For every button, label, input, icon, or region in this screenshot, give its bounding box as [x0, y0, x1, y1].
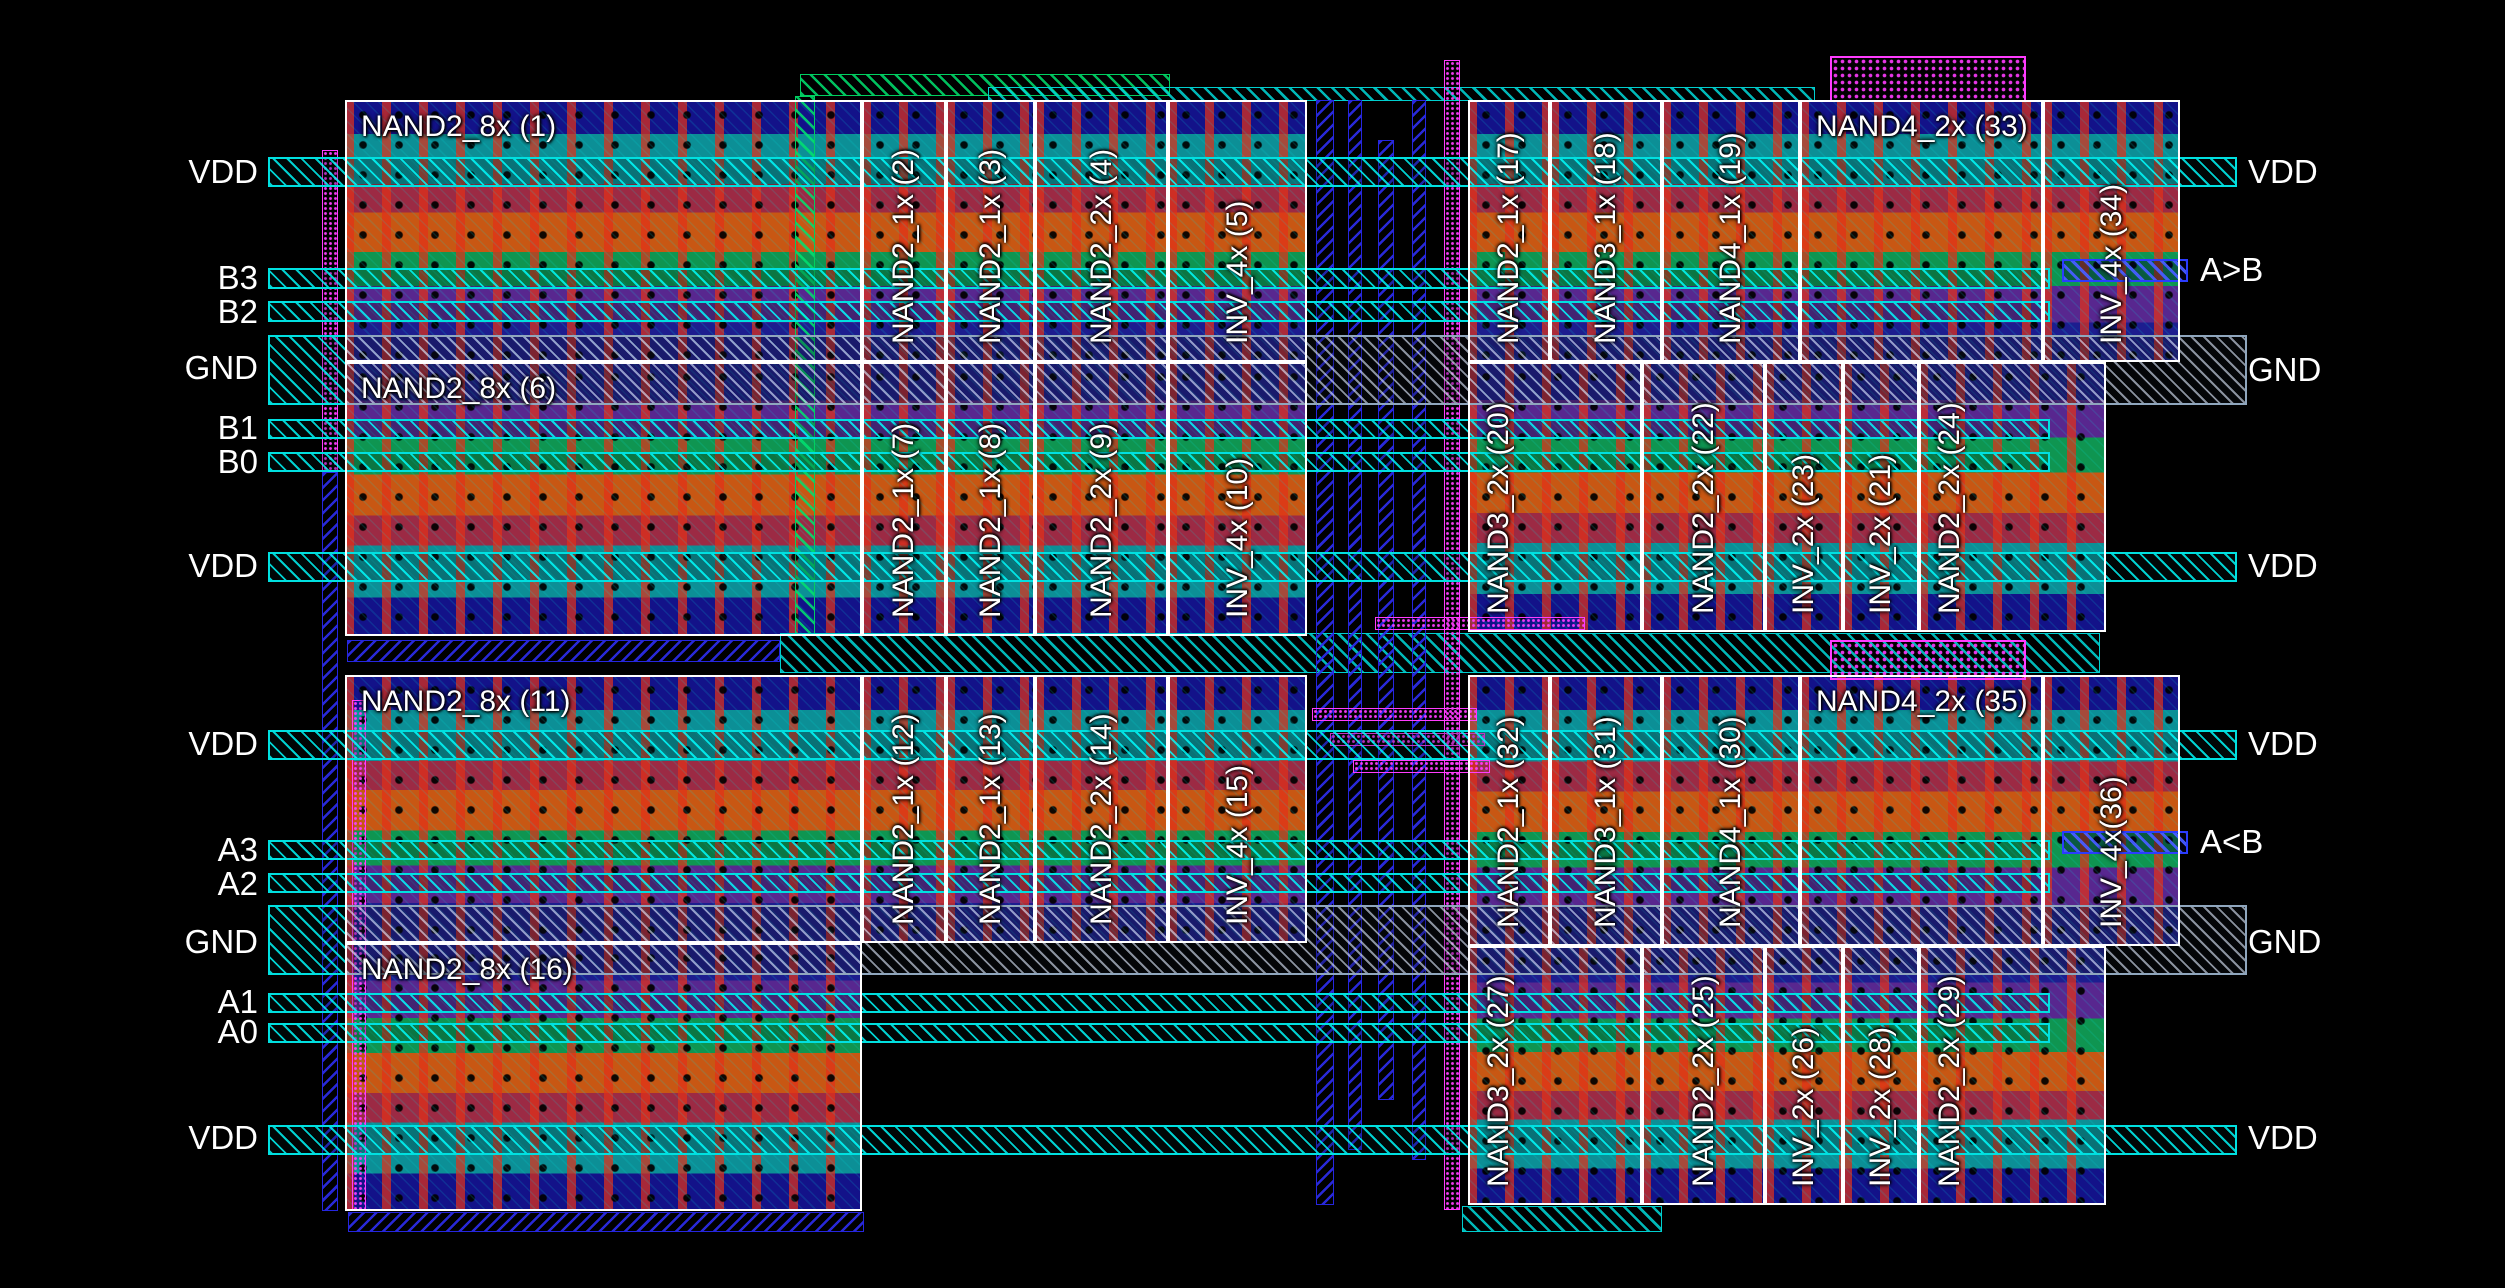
cell-label-nand2-2x-14: NAND2_2x (14)	[1085, 713, 1119, 925]
cell-label-inv-2x-21: INV_2x (21)	[1864, 454, 1898, 614]
cell-label-inv-4x-5: INV_4x (5)	[1221, 201, 1255, 344]
pin-label-right-2-gnd: GND	[2248, 351, 2321, 389]
rail-b2-2[interactable]	[268, 301, 2050, 322]
cell-label-nand2-2x-22: NAND2_2x (22)	[1687, 402, 1721, 614]
pin-label-right-7-vdd: VDD	[2248, 1119, 2318, 1157]
pin-label-left-5-b0: B0	[0, 443, 258, 481]
cell-label-nand4-2x-33: NAND4_2x (33)	[1816, 110, 2028, 144]
cell-label-nand2-1x-17: NAND2_1x (17)	[1492, 132, 1526, 344]
magenta-wire-14[interactable]	[1312, 708, 1477, 721]
pin-label-left-7-vdd: VDD	[0, 725, 258, 763]
cell-label-inv-4x-10: INV_4x (10)	[1221, 458, 1255, 618]
pin-label-right-5-a-b: A<B	[2200, 823, 2263, 861]
pin-label-left-1-b3: B3	[0, 259, 258, 297]
pin-label-right-3-vdd: VDD	[2248, 547, 2318, 585]
cell-label-nand2-1x-2: NAND2_1x (2)	[887, 149, 921, 344]
cell-label-nand2-2x-24: NAND2_2x (24)	[1933, 402, 1967, 614]
cell-label-inv-4x-34: INV_4x (34)	[2095, 184, 2129, 344]
cell-label-nand2-1x-7: NAND2_1x (7)	[887, 423, 921, 618]
layout-viewer: NAND2_8x (1) NAND2_1x (2) NAND2_1x (3) NAND…	[0, 0, 2505, 1288]
pin-label-left-10-gnd: GND	[0, 923, 258, 961]
rail-vdd-0[interactable]	[268, 157, 2237, 187]
rail-b1-5[interactable]	[268, 419, 2050, 439]
layout-canvas[interactable]: NAND2_8x (1) NAND2_1x (2) NAND2_1x (3) NAND…	[0, 0, 2505, 1288]
pin-label-left-8-a3: A3	[0, 831, 258, 869]
cell-label-nand4-1x-30: NAND4_1x (30)	[1714, 716, 1748, 928]
cell-label-inv-4x-15: INV_4x (15)	[1221, 765, 1255, 925]
rail-b3-1[interactable]	[268, 268, 2050, 289]
cell-label-nand2-2x-4: NAND2_2x (4)	[1085, 149, 1119, 344]
cell-label-nand2-1x-12: NAND2_1x (12)	[887, 713, 921, 925]
magenta-wire-18[interactable]	[1830, 640, 2026, 680]
pin-label-left-6-vdd: VDD	[0, 547, 258, 585]
cell-label-nand2-2x-9: NAND2_2x (9)	[1085, 423, 1119, 618]
cell-label-nand3-2x-20: NAND3_2x (20)	[1482, 402, 1516, 614]
blue-wire-6[interactable]	[347, 640, 780, 662]
rail-a2-10[interactable]	[268, 873, 2050, 893]
pin-label-left-0-vdd: VDD	[0, 153, 258, 191]
rail-gnd-4[interactable]	[345, 335, 2247, 405]
cell-label-nand2-1x-32: NAND2_1x (32)	[1492, 716, 1526, 928]
teal-wire-4[interactable]	[988, 87, 1815, 101]
cell-label-nand4-2x-35: NAND4_2x (35)	[1816, 685, 2028, 719]
rail-b0-6[interactable]	[268, 452, 2050, 472]
cell-label-inv-2x-23: INV_2x (23)	[1787, 454, 1821, 614]
pin-label-left-9-a2: A2	[0, 865, 258, 903]
rail-vdd-8[interactable]	[268, 730, 2237, 760]
cell-label-nand2-1x-13: NAND2_1x (13)	[974, 713, 1008, 925]
cell-label-nand2-8x-11: NAND2_8x (11)	[361, 685, 571, 719]
cell-label-nand2-2x-25: NAND2_2x (25)	[1687, 975, 1721, 1187]
cell-label-nand2-8x-1: NAND2_8x (1)	[361, 110, 556, 144]
cell-label-nand4-1x-19: NAND4_1x (19)	[1714, 132, 1748, 344]
cell-label-nand2-1x-3: NAND2_1x (3)	[974, 149, 1008, 344]
pin-label-left-2-b2: B2	[0, 293, 258, 331]
pin-label-left-13-vdd: VDD	[0, 1119, 258, 1157]
cell-label-nand2-8x-6: NAND2_8x (6)	[361, 372, 556, 406]
pin-label-left-3-gnd: GND	[0, 349, 258, 387]
cell-label-inv-2x-28: INV_2x (28)	[1864, 1027, 1898, 1187]
pin-label-right-4-vdd: VDD	[2248, 725, 2318, 763]
rail-a0-14[interactable]	[268, 1023, 2050, 1043]
magenta-wire-13[interactable]	[1375, 617, 1585, 630]
magenta-wire-16[interactable]	[1353, 760, 1490, 773]
rail-gnd-11[interactable]	[268, 905, 347, 975]
cell-label-nand2-1x-8: NAND2_1x (8)	[974, 423, 1008, 618]
cell-label-nand2-8x-16: NAND2_8x (16)	[361, 953, 573, 987]
rail-gnd-3[interactable]	[268, 335, 347, 405]
cell-label-inv-4x-36: INV_4x(36)	[2095, 776, 2129, 928]
pin-label-left-4-b1: B1	[0, 409, 258, 447]
pin-label-right-1-a-b: A>B	[2200, 251, 2263, 289]
cell-label-nand2-2x-29: NAND2_2x (29)	[1933, 975, 1967, 1187]
pin-label-left-12-a0: A0	[0, 1013, 258, 1051]
cell-label-nand3-1x-31: NAND3_1x (31)	[1589, 716, 1623, 928]
cell-label-inv-2x-26: INV_2x (26)	[1787, 1027, 1821, 1187]
cell-label-nand3-1x-18: NAND3_1x (18)	[1589, 132, 1623, 344]
rail-a3-9[interactable]	[268, 840, 2050, 860]
blue-wire-20[interactable]	[348, 1212, 864, 1232]
cell-label-nand3-2x-27: NAND3_2x (27)	[1482, 975, 1516, 1187]
pin-label-right-6-gnd: GND	[2248, 923, 2321, 961]
pin-label-right-0-vdd: VDD	[2248, 153, 2318, 191]
magenta-wire-17[interactable]	[1830, 56, 2026, 102]
teal-wire-19[interactable]	[1462, 1206, 1662, 1232]
rail-a1-13[interactable]	[268, 993, 2050, 1013]
rail-gnd-12[interactable]	[345, 905, 2247, 975]
